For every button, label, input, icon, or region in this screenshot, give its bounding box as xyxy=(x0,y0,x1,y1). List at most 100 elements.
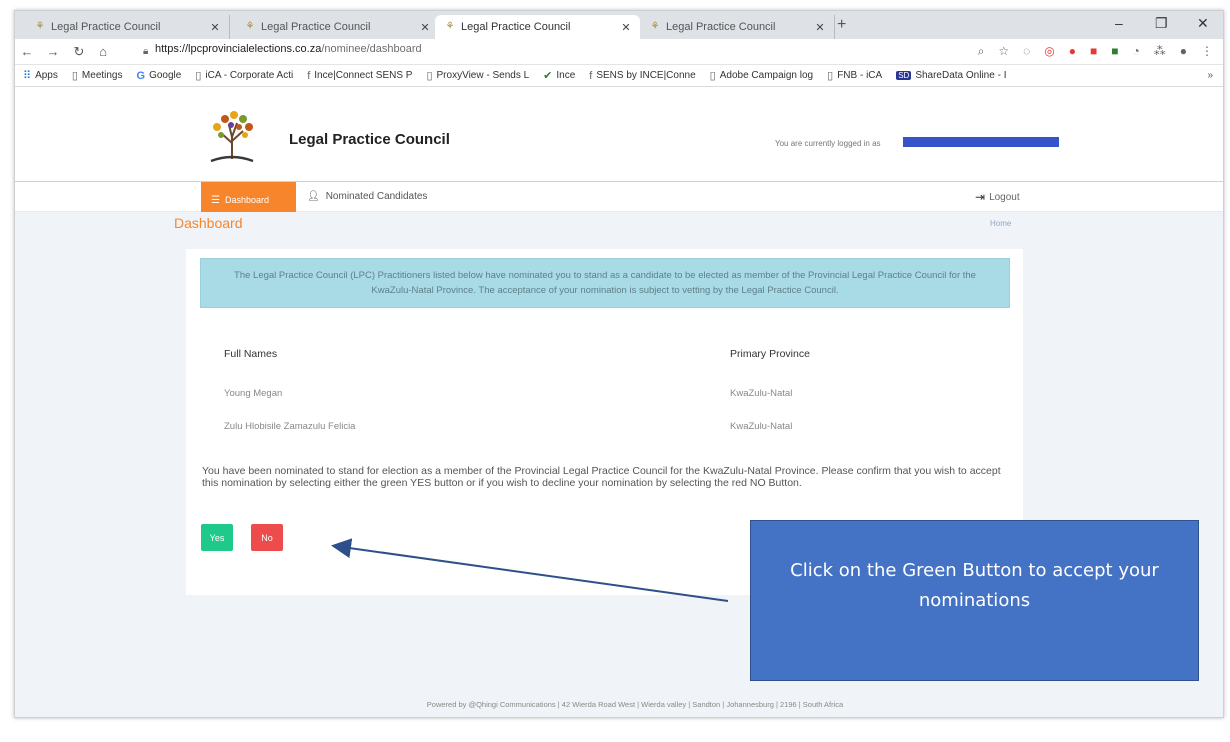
extension-icons: ⌕ ☆ ◌ ◎ ● ■ ■ ◔ ⁂ ● ⋮ xyxy=(978,44,1213,59)
browser-tab-active[interactable]: ⚘ Legal Practice Council ✕ xyxy=(435,15,640,39)
bookmark-item[interactable]: ▯ ProxyView - Sends L xyxy=(426,69,529,82)
bookmark-label: Adobe Campaign log xyxy=(719,70,814,81)
bookmark-item[interactable]: ▯ FNB - iCA xyxy=(827,69,882,82)
sharedata-icon: SD xyxy=(896,71,912,80)
close-tab-icon[interactable]: ✕ xyxy=(207,21,223,34)
page-footer: Powered by @Qhingi Communications | 42 W… xyxy=(426,700,844,709)
tab-title: Legal Practice Council xyxy=(461,21,571,33)
bookmark-label: iCA - Corporate Acti xyxy=(205,70,294,81)
close-tab-icon[interactable]: ✕ xyxy=(812,21,828,34)
bookmark-item[interactable]: G Google xyxy=(137,70,182,82)
address-toolbar: ← → ↻ ⌂ 🔒︎ https://lpcprovincialelection… xyxy=(15,39,1223,65)
tab-title: Legal Practice Council xyxy=(51,21,161,33)
main-nav: ☰ Dashboard 👤︎ Nominated Candidates ⇥ Lo… xyxy=(15,182,1223,218)
ince-icon: f xyxy=(589,69,593,82)
nomination-message: You have been nominated to stand for ele… xyxy=(202,465,1001,489)
extension-icon[interactable]: ◌ xyxy=(1023,44,1030,59)
lock-icon: 🔒︎ xyxy=(143,46,149,57)
column-header-full-names: Full Names xyxy=(224,348,278,360)
no-button[interactable]: No xyxy=(251,524,283,551)
bookmark-label: ShareData Online - I xyxy=(915,70,1007,81)
reload-icon[interactable]: ↻ xyxy=(71,44,87,60)
bookmark-item[interactable]: ▯ Adobe Campaign log xyxy=(710,69,813,82)
extension-icon[interactable]: ◎ xyxy=(1044,44,1054,59)
site-favicon-icon: ⚘ xyxy=(650,21,660,32)
back-icon[interactable]: ← xyxy=(19,44,35,59)
close-tab-icon[interactable]: ✕ xyxy=(417,21,433,34)
tab-title: Legal Practice Council xyxy=(261,21,371,33)
restore-icon[interactable]: ❐ xyxy=(1155,15,1168,32)
google-icon: G xyxy=(136,69,146,82)
annotation-callout: Click on the Green Button to accept your… xyxy=(750,520,1199,681)
bookmark-item[interactable]: f Ince|Connect SENS P xyxy=(307,70,412,82)
bookmark-label: SENS by INCE|Conne xyxy=(596,70,696,81)
page-icon: ▯ xyxy=(71,70,78,82)
extension-icon[interactable]: ◔ xyxy=(1133,44,1140,59)
menu-dots-icon[interactable]: ⋮ xyxy=(1201,44,1213,59)
bookmark-label: Ince xyxy=(556,70,576,81)
nav-logout-label: Logout xyxy=(989,191,1020,203)
close-tab-icon[interactable]: ✕ xyxy=(618,21,634,34)
bookmark-item[interactable]: SD ShareData Online - I xyxy=(896,70,1006,81)
bookmark-label: Apps xyxy=(35,70,58,81)
table-cell-province: KwaZulu-Natal xyxy=(730,388,793,399)
page-title: Dashboard xyxy=(174,215,243,231)
profile-icon[interactable]: ● xyxy=(1180,44,1187,59)
zoom-icon[interactable]: ⌕ xyxy=(978,44,985,59)
yes-button[interactable]: Yes xyxy=(201,524,233,551)
nav-nominated-candidates[interactable]: 👤︎ Nominated Candidates xyxy=(307,191,427,202)
table-cell-name: Zulu Hlobisile Zamazulu Felicia xyxy=(224,421,356,432)
forward-icon[interactable]: → xyxy=(45,44,61,59)
browser-tab[interactable]: ⚘ Legal Practice Council ✕ xyxy=(640,15,835,39)
bookmark-item[interactable]: ⠿ Apps xyxy=(23,69,58,82)
more-bookmarks-icon[interactable]: » xyxy=(1207,70,1213,81)
close-window-icon[interactable]: ✕ xyxy=(1197,15,1209,32)
nav-logout[interactable]: ⇥ Logout xyxy=(975,190,1020,204)
pinterest-icon[interactable]: ● xyxy=(1069,44,1076,59)
new-tab-icon[interactable]: + xyxy=(837,16,846,34)
site-favicon-icon: ⚘ xyxy=(245,21,255,32)
extension-icon[interactable]: ■ xyxy=(1111,44,1118,59)
extension-icon[interactable]: ⁂ xyxy=(1154,44,1166,59)
bookmark-item[interactable]: f SENS by INCE|Conne xyxy=(589,70,695,82)
url-field[interactable]: https://lpcprovincialelections.co.za/nom… xyxy=(155,43,422,55)
breadcrumb-home-link[interactable]: Home xyxy=(990,219,1011,228)
logout-icon: ⇥ xyxy=(975,190,986,204)
extension-icon[interactable]: ■ xyxy=(1090,44,1097,59)
bookmark-label: Meetings xyxy=(81,70,123,81)
table-cell-name: Young Megan xyxy=(224,388,283,399)
tab-title: Legal Practice Council xyxy=(666,21,776,33)
bookmark-item[interactable]: ▯ iCA - Corporate Acti xyxy=(195,69,293,82)
home-icon[interactable]: ⌂ xyxy=(95,44,111,59)
table-cell-province: KwaZulu-Natal xyxy=(730,421,793,432)
lpc-tree-logo-icon xyxy=(210,111,254,163)
page-icon: ▯ xyxy=(195,70,202,82)
bookmark-label: Ince|Connect SENS P xyxy=(314,70,413,81)
login-status: You are currently logged in as xyxy=(775,139,881,148)
bookmarks-bar: ⠿ Apps ▯ Meetings G Google ▯ iCA - Corporate… xyxy=(15,65,1223,87)
tab-strip: ⚘ Legal Practice Council ✕ ⚘ Legal Pract… xyxy=(15,11,1223,39)
browser-tab[interactable]: ⚘ Legal Practice Council ✕ xyxy=(235,15,440,39)
nav-nominated-label: Nominated Candidates xyxy=(325,191,428,202)
url-host: https://lpcprovincialelections.co.za xyxy=(155,43,322,55)
nav-dashboard-label: Dashboard xyxy=(224,195,269,205)
apps-grid-icon: ⠿ xyxy=(23,70,32,82)
user-icon: 👤︎ xyxy=(307,191,320,202)
site-title: Legal Practice Council xyxy=(289,131,450,148)
page-icon: ▯ xyxy=(709,70,716,82)
site-header: Legal Practice Council You are currently… xyxy=(15,87,1223,182)
browser-tab[interactable]: ⚘ Legal Practice Council ✕ xyxy=(25,15,230,39)
site-favicon-icon: ⚘ xyxy=(445,21,455,32)
column-header-province: Primary Province xyxy=(730,348,810,360)
bookmark-item[interactable]: ✔ Ince xyxy=(543,69,575,82)
bookmark-label: Google xyxy=(149,70,182,81)
check-icon: ✔ xyxy=(543,70,553,82)
site-favicon-icon: ⚘ xyxy=(35,21,45,32)
page-icon: ▯ xyxy=(827,70,834,82)
info-alert: The Legal Practice Council (LPC) Practit… xyxy=(200,258,1010,308)
bookmark-item[interactable]: ▯ Meetings xyxy=(72,69,123,82)
star-icon[interactable]: ☆ xyxy=(998,44,1009,59)
page-icon: ▯ xyxy=(426,70,433,82)
minimize-icon[interactable]: – xyxy=(1115,15,1123,31)
menu-icon: ☰ xyxy=(211,194,220,206)
